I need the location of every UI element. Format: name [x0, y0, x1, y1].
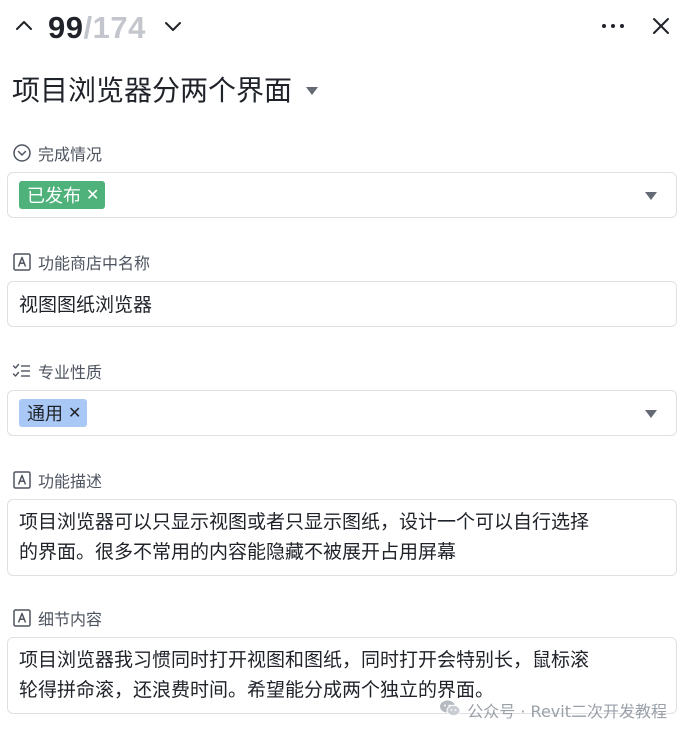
description-label-text: 功能描述: [38, 472, 103, 491]
description-line: 的界面。很多不常用的内容能隐藏不被展开占用屏幕: [19, 541, 457, 563]
store-name-field-label: 功能商店中名称: [12, 251, 150, 273]
store-name-label-text: 功能商店中名称: [38, 254, 151, 273]
description-value: 项目浏览器可以只显示视图或者只显示图纸，设计一个可以自行选择 的界面。很多不常用…: [19, 507, 666, 567]
record-title-row: 项目浏览器分两个界面: [12, 70, 319, 112]
description-line: 项目浏览器可以只显示视图或者只显示图纸，设计一个可以自行选择: [19, 511, 590, 533]
more-options-button[interactable]: [599, 12, 627, 40]
record-navigation-bar: 99/174: [0, 0, 687, 56]
chevron-down-icon: [165, 22, 181, 31]
watermark-text: 公众号 · Revit二次开发教程: [467, 702, 667, 721]
current-record-number: 99: [48, 10, 84, 45]
dropdown-caret-icon[interactable]: [645, 410, 657, 418]
close-icon: [653, 18, 669, 34]
next-record-button[interactable]: [159, 12, 187, 40]
counter-separator: /: [83, 10, 93, 45]
discipline-tag: 通用 ✕: [19, 399, 88, 427]
discipline-label-text: 专业性质: [38, 363, 103, 382]
title-dropdown-caret-icon[interactable]: [306, 87, 319, 95]
description-textarea[interactable]: 项目浏览器可以只显示视图或者只显示图纸，设计一个可以自行选择 的界面。很多不常用…: [7, 499, 677, 576]
total-record-count: 174: [92, 10, 146, 45]
details-line: 项目浏览器我习惯同时打开视图和图纸，同时打开会特别长，鼠标滚: [19, 649, 590, 671]
remove-tag-icon[interactable]: ✕: [68, 405, 81, 421]
details-label-text: 细节内容: [38, 610, 103, 629]
text-field-icon: [12, 252, 32, 272]
remove-tag-icon[interactable]: ✕: [86, 187, 99, 203]
wechat-icon: [439, 699, 461, 721]
record-title: 项目浏览器分两个界面: [12, 74, 293, 107]
store-name-input[interactable]: 视图图纸浏览器: [7, 281, 677, 327]
description-field-label: 功能描述: [12, 469, 102, 491]
circle-chevron-down-icon: [12, 143, 32, 163]
dropdown-caret-icon[interactable]: [645, 192, 657, 200]
discipline-field-label: 专业性质: [12, 360, 102, 382]
status-tag: 已发布 ✕: [19, 181, 106, 209]
chevron-up-icon: [16, 21, 32, 30]
status-label-text: 完成情况: [38, 145, 103, 164]
status-field-label: 完成情况: [12, 142, 102, 164]
text-field-icon: [12, 470, 32, 490]
record-counter: 99/174: [48, 8, 146, 48]
discipline-tag-label: 通用: [27, 404, 63, 425]
previous-record-button[interactable]: [10, 12, 38, 40]
status-select[interactable]: 已发布 ✕: [7, 172, 677, 218]
more-dots-icon: [602, 24, 624, 28]
close-button[interactable]: [647, 12, 675, 40]
store-name-value: 视图图纸浏览器: [19, 294, 153, 316]
watermark: 公众号 · Revit二次开发教程: [439, 699, 667, 721]
text-field-icon: [12, 608, 32, 628]
status-tag-label: 已发布: [27, 186, 81, 207]
details-value: 项目浏览器我习惯同时打开视图和图纸，同时打开会特别长，鼠标滚 轮得拼命滚，还浪费…: [19, 645, 666, 705]
details-field-label: 细节内容: [12, 607, 102, 629]
discipline-select[interactable]: 通用 ✕: [7, 390, 677, 436]
checklist-icon: [12, 361, 32, 381]
